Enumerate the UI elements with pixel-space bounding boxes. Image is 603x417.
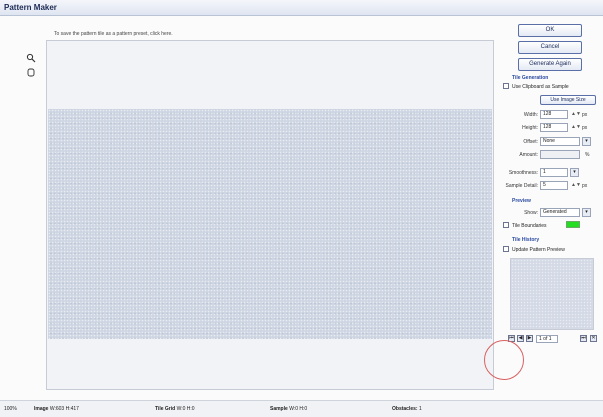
width-row: Width: 128 ▲▼ px [500,110,600,120]
amount-unit: % [585,152,590,158]
offset-label: Offset: [523,139,538,145]
show-select[interactable]: Generated [540,208,580,217]
ok-button[interactable]: OK [518,24,582,37]
save-pattern-hint[interactable]: To save the pattern tile as a pattern pr… [54,31,173,37]
tool-column [22,44,42,417]
use-clipboard-label: Use Clipboard as Sample [512,84,569,90]
update-preview-checkbox[interactable] [503,246,509,252]
height-label: Height: [522,125,538,131]
chevron-down-icon[interactable]: ▾ [582,137,591,146]
width-unit: px [582,112,588,118]
sample-detail-field[interactable]: 5 [540,181,568,190]
sample-detail-stepper-icon[interactable]: ▲▼ [571,182,581,188]
image-label: Image [34,406,49,412]
tile-history-heading: Tile History [512,237,540,243]
hand-icon[interactable] [25,66,36,77]
smoothness-label: Smoothness: [508,170,538,176]
tile-history-thumbnail[interactable] [510,258,594,330]
title-bar: Pattern Maker [0,0,603,16]
amount-field[interactable] [540,150,580,159]
show-row: Show: Generated ▾ [500,208,600,218]
status-obstacles: Obstacles: 1 [392,406,422,412]
chevron-down-icon[interactable]: ▾ [570,168,579,177]
delete-tile-icon[interactable]: ✕ [590,335,597,342]
sample-detail-unit: px [582,183,588,189]
last-tile-icon[interactable]: ⏭ [580,335,587,342]
width-label: Width: [523,112,538,118]
tile-label: Tile Grid [155,406,176,412]
smoothness-select[interactable]: 1 [540,168,568,177]
sample-detail-row: Sample Detail: 5 ▲▼ px [500,181,600,191]
height-field[interactable]: 128 [540,123,568,132]
magnifier-icon[interactable] [25,52,36,63]
pattern-preview[interactable] [48,109,492,339]
preview-heading: Preview [512,198,531,204]
show-label: Show: [524,210,538,216]
highlight-circle [484,340,524,380]
chevron-down-icon[interactable]: ▾ [582,208,591,217]
status-sample: Sample W:0 H:0 [270,406,307,412]
status-image: Image W:603 H:417 [34,406,79,412]
previous-tile-icon[interactable]: ◀ [517,335,524,342]
tile-boundaries-label: Tile Boundaries [512,223,547,229]
amount-row: Amount: % [500,150,600,160]
height-stepper-icon[interactable]: ▲▼ [571,124,581,130]
generate-again-button[interactable]: Generate Again [518,58,582,71]
obstacles-label: Obstacles: [392,406,418,412]
height-row: Height: 128 ▲▼ px [500,123,600,133]
smoothness-row: Smoothness: 1 ▾ [500,168,600,178]
sample-label: Sample [270,406,288,412]
tile-value: W:0 H:0 [176,406,195,412]
amount-label: Amount: [519,152,538,158]
tile-boundaries-color-swatch[interactable] [566,221,580,228]
update-preview-label: Update Pattern Preview [512,247,565,253]
canvas-frame [46,40,494,390]
image-value: W:603 H:417 [49,406,79,412]
window-title: Pattern Maker [4,3,57,12]
cancel-button[interactable]: Cancel [518,41,582,54]
height-unit: px [582,125,588,131]
offset-row: Offset: None ▾ [500,137,600,147]
obstacles-value: 1 [418,406,422,412]
use-image-size-button[interactable]: Use Image Size [540,95,596,105]
sample-detail-label: Sample Detail: [505,183,538,189]
width-field[interactable]: 128 [540,110,568,119]
history-page-field[interactable]: 1 of 1 [536,335,558,343]
tile-boundaries-checkbox[interactable] [503,222,509,228]
history-navigation: ⏮ ◀ ▶ 1 of 1 ⏭ ✕ [508,335,598,345]
width-stepper-icon[interactable]: ▲▼ [571,111,581,117]
status-bar: 100% Image W:603 H:417 Tile Grid W:0 H:0… [0,400,603,417]
tile-generation-heading: Tile Generation [512,75,549,81]
status-tile: Tile Grid W:0 H:0 [155,406,195,412]
offset-select[interactable]: None [540,137,580,146]
next-tile-icon[interactable]: ▶ [526,335,533,342]
zoom-level[interactable]: 100% [4,406,17,412]
sample-value: W:0 H:0 [289,406,308,412]
use-clipboard-checkbox[interactable] [503,83,509,89]
